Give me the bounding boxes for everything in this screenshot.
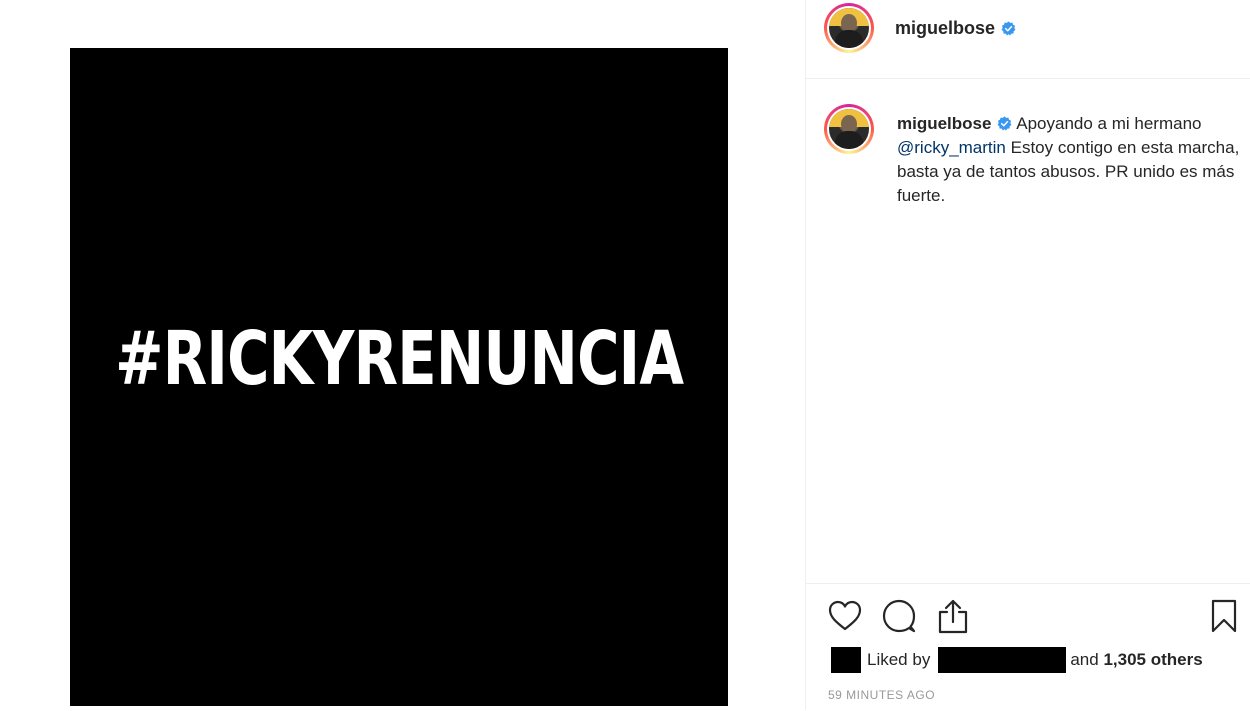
post-actions: Liked by and 1,305 others 59 MINUTES AGO (806, 583, 1250, 711)
liked-by-label: Liked by (867, 650, 931, 669)
header-username-link[interactable]: miguelbose (895, 18, 1016, 39)
redacted-avatar (831, 647, 861, 673)
avatar-photo (829, 8, 869, 48)
redacted-username[interactable] (938, 647, 1067, 673)
caption-text: miguelbose Apoyando a mi hermano @ricky_… (897, 112, 1247, 208)
post-sidebar: miguelbose miguelbose Apoyando a mi herm… (805, 0, 1250, 710)
post-image[interactable]: #RICKYRENUNCIA (70, 48, 728, 706)
post-header: miguelbose (806, 0, 1250, 79)
bookmark-icon[interactable] (1211, 599, 1237, 633)
avatar[interactable] (824, 3, 874, 53)
comment-icon[interactable] (882, 599, 916, 633)
caption-body-start: Apoyando a mi hermano (1012, 114, 1202, 133)
and-word: and (1070, 650, 1099, 669)
avatar-photo (829, 109, 869, 149)
caption-avatar[interactable] (824, 104, 874, 154)
header-username[interactable]: miguelbose (895, 18, 995, 39)
heart-icon[interactable] (828, 600, 862, 632)
likes-others-count[interactable]: 1,305 others (1103, 650, 1202, 669)
post-timestamp[interactable]: 59 MINUTES AGO (828, 688, 935, 702)
share-icon[interactable] (937, 598, 969, 634)
post-media-area: #RICKYRENUNCIA (0, 0, 805, 710)
likes-summary: Liked by and 1,305 others (831, 646, 1203, 674)
caption-username[interactable]: miguelbose (897, 114, 991, 133)
likes-count-link[interactable]: and 1,305 others (1070, 650, 1202, 670)
mention-link[interactable]: @ricky_martin (897, 138, 1006, 157)
verified-badge-icon (998, 115, 1012, 130)
verified-badge-icon (1001, 21, 1016, 36)
post-image-hashtag: #RICKYRENUNCIA (114, 316, 684, 402)
